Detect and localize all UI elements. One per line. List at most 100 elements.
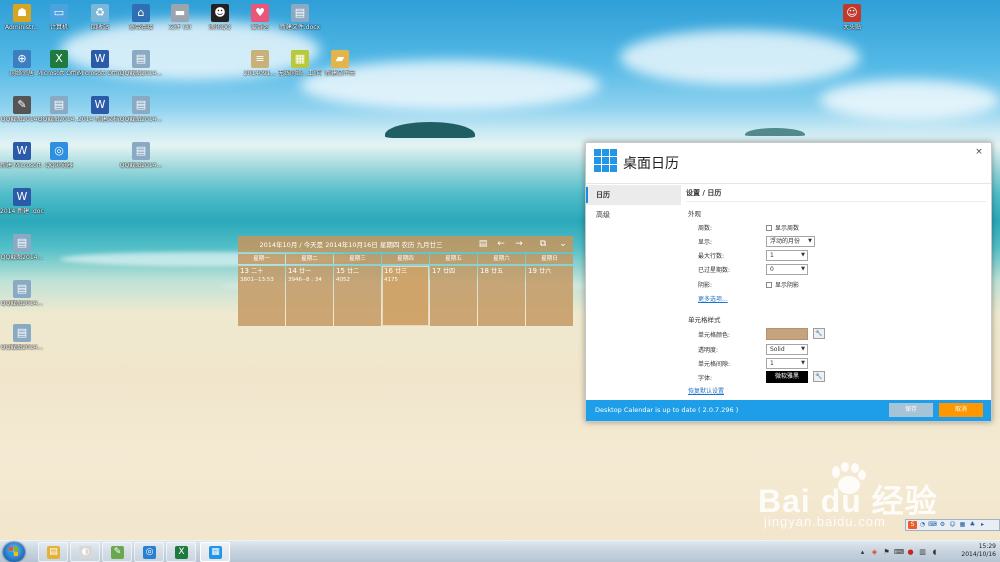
sidebar-item-calendar[interactable]: 日历 (586, 185, 681, 205)
color-picker-button[interactable]: 🔧 (813, 328, 825, 339)
show-weeks-checkbox[interactable]: 显示周数 (766, 223, 799, 232)
cell-spacing-select[interactable]: 1 ▼ (766, 358, 808, 369)
taskbar-app-browser[interactable]: ◎ (134, 542, 164, 562)
calendar-day[interactable]: 15 廿二 4052 (334, 266, 381, 326)
taskbar: ▤ ◐ ✎ ◎ X ▦ ▴ ◈ ⚑ ⌨ ● ▥ ◖ 15:29 2014/10/16 (0, 540, 1000, 562)
calendar-day-today[interactable]: 16 廿三 4175 (382, 266, 429, 326)
day-lunar: 廿五 (491, 268, 504, 275)
more-options-link[interactable]: 更多选项... (698, 294, 728, 303)
day-number: 18 廿五 (480, 267, 523, 276)
desktop-icon-label: 回收站 (90, 24, 109, 31)
calendar-grid-icon[interactable]: ▤ (478, 239, 488, 249)
taskbar-app-file-explorer[interactable]: ▤ (38, 542, 68, 562)
clock-time: 15:29 (978, 543, 996, 550)
desktop-icon[interactable]: ▤ 新建文件.docx (278, 2, 322, 42)
desktop-icon[interactable]: ▤ QQ截图2014... (0, 322, 44, 362)
desktop-icon[interactable]: ≡ 2014091... (238, 48, 282, 88)
desktop-icon-label: Microsoft Office Wo... (78, 70, 122, 77)
shirt-icon[interactable]: ♣ (968, 521, 977, 529)
desktop-icon[interactable]: ▦ 无线网络...工作表.xlsx (278, 48, 322, 88)
taskbar-clock[interactable]: 15:29 2014/10/16 (950, 543, 998, 559)
desktop-icon[interactable]: ▤ QQ截图2014... (119, 48, 163, 88)
desktop-icon[interactable]: ▰ 新建文件夹 (318, 48, 362, 88)
sidebar-item-advanced[interactable]: 高级 (586, 205, 681, 225)
desktop-icon[interactable]: ▤ QQ截图2014... (119, 140, 163, 180)
taskbar-app-excel[interactable]: X (166, 542, 196, 562)
media-player-icon: ◐ (79, 546, 92, 559)
restore-defaults-link[interactable]: 恢复默认设置 (688, 386, 724, 395)
font-picker-button[interactable]: 🔧 (813, 371, 825, 382)
desktop-icon[interactable]: ▤ QQ截图2014... (0, 278, 44, 318)
desktop-icon[interactable]: ▤ QQ截图2014... (119, 94, 163, 134)
network-icon[interactable]: ▥ (918, 548, 927, 557)
calendar-header: 2014年10月 / 今天是 2014年10月16日 星期四 农历 九月廿三 ▤… (238, 236, 573, 252)
max-rows-select[interactable]: 1 ▼ (766, 250, 808, 261)
show-shadow-checkbox[interactable]: 显示阴影 (766, 280, 799, 289)
desktop-icon-label: QQ截图2014... (0, 254, 44, 261)
show-hidden-icons-icon[interactable]: ▴ (858, 548, 867, 557)
past-weeks-label: 已过星期数: (698, 267, 731, 274)
drive-icon: ▬ (171, 4, 189, 22)
past-weeks-select[interactable]: 0 ▼ (766, 264, 808, 275)
desktop-icon-label: QQ浏览器 (45, 162, 73, 169)
desktop-icon[interactable]: ♻ 回收站 (78, 2, 122, 42)
chevron-down-icon[interactable]: ⌄ (558, 239, 568, 249)
toolbar-logo-icon[interactable]: S (908, 521, 917, 529)
settings-icon[interactable]: ⚙ (938, 521, 947, 529)
copy-icon[interactable]: ⧉ (538, 239, 548, 249)
cell-color-swatch[interactable] (766, 328, 808, 340)
calendar-day[interactable]: 19 廿六 (526, 266, 573, 326)
checkbox-box[interactable] (766, 224, 772, 231)
qq-tray-icon[interactable]: ● (906, 548, 915, 557)
desktop-icon[interactable]: W 2014 新建 .docx (0, 186, 44, 226)
desktop-icon[interactable]: ☻ 腾讯QQ (198, 2, 242, 42)
image-file-icon: ▤ (13, 234, 31, 252)
desktop-icon-label: 新建文件夹 (324, 70, 355, 77)
save-button[interactable]: 保存 (889, 403, 933, 417)
next-arrow-icon[interactable]: → (514, 239, 524, 249)
desktop-icon[interactable]: ▤ QQ截图2014... (37, 94, 81, 134)
calendar-day[interactable]: 14 廿一 3946--8 : 34 (286, 266, 333, 326)
desktop-icon[interactable]: W Microsoft Office Wo... (78, 48, 122, 88)
keyboard-icon[interactable]: ⌨ (928, 521, 937, 529)
taskbar-app-desktop-calendar[interactable]: ▦ (200, 542, 230, 562)
close-icon[interactable]: × (973, 146, 985, 158)
volume-icon[interactable]: ◖ (930, 548, 939, 557)
antivirus-icon[interactable]: ◈ (870, 548, 879, 557)
desktop-icon[interactable]: ▬ 文件 (3) (158, 2, 202, 42)
display-select[interactable]: 浮动的月份 ▼ (766, 236, 815, 247)
desktop-icon[interactable]: ♥ 爱奇艺 (238, 2, 282, 42)
grid-icon[interactable]: ▦ (958, 521, 967, 529)
transparency-select[interactable]: Solid ▼ (766, 344, 808, 355)
desktop-icon[interactable]: ⌂ 宽带连接 (119, 2, 163, 42)
taskbar-app-paint[interactable]: ✎ (102, 542, 132, 562)
start-button[interactable] (3, 542, 25, 562)
calendar-day[interactable]: 17 廿四 (430, 266, 477, 326)
weekday-header: 星期三 (334, 254, 381, 264)
desktop-icon[interactable]: ▤ QQ截图2014... (0, 232, 44, 272)
image-file-icon: ▤ (13, 324, 31, 342)
update-status-text: Desktop Calendar is up to date ( 2.0.7.2… (595, 406, 739, 414)
checkbox-box[interactable] (766, 281, 772, 288)
font-preview[interactable]: 微软雅黑 (766, 371, 808, 383)
flag-icon[interactable]: ⚑ (882, 548, 891, 557)
chat-icon[interactable]: ◔ (918, 521, 927, 529)
desktop-icon[interactable]: W 2014 新建文档... (78, 94, 122, 134)
calendar-day[interactable]: 13 二十 3801--13:53 (238, 266, 285, 326)
keyboard-icon[interactable]: ⌨ (894, 548, 904, 557)
desktop-icon[interactable]: ▭ 计算机 (37, 2, 81, 42)
expand-icon[interactable]: ▸ (978, 521, 987, 529)
desktop-icon[interactable]: ☺ 大头贴 (830, 2, 874, 42)
user-icon[interactable]: ☺ (948, 521, 957, 529)
desktop-icon[interactable]: X Microsoft Office Exc... (37, 48, 81, 88)
desktop-icon-label: 计算机 (49, 24, 68, 31)
word-icon: W (91, 96, 109, 114)
section-title-cell-style: 单元格样式 (688, 316, 721, 324)
cancel-button[interactable]: 取消 (939, 403, 983, 417)
taskbar-app-media-player[interactable]: ◐ (70, 542, 100, 562)
calendar-day[interactable]: 18 廿五 (478, 266, 525, 326)
desktop-calendar-widget[interactable]: 2014年10月 / 今天是 2014年10月16日 星期四 农历 九月廿三 ▤… (238, 236, 573, 326)
select-value: Solid (770, 346, 785, 353)
prev-arrow-icon[interactable]: ← (496, 239, 506, 249)
desktop-icon[interactable]: ◎ QQ浏览器 (37, 140, 81, 180)
